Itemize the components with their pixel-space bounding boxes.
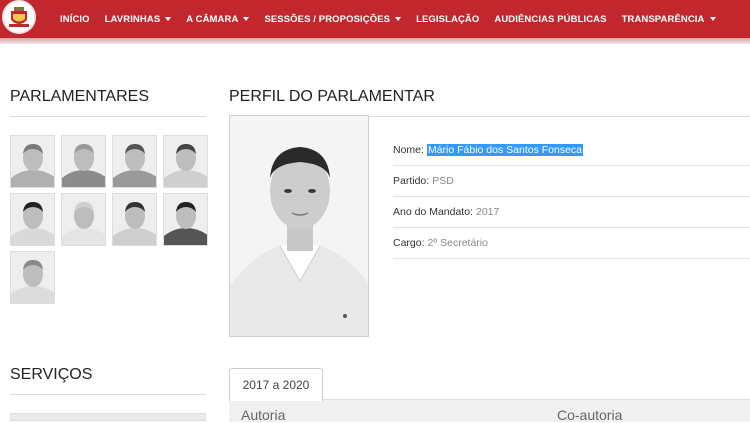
- servicos-divider: [10, 394, 206, 395]
- nav-audiencias-publicas[interactable]: AUDIÊNCIAS PÚBLICAS: [494, 14, 606, 25]
- servicos-heading: SERVIÇOS: [10, 366, 93, 383]
- field-cargo: Cargo: 2º Secretário: [393, 228, 750, 259]
- nav-audiencias-label: AUDIÊNCIAS PÚBLICAS: [494, 13, 607, 25]
- nav-lavrinhas-label: LAVRINHAS: [104, 13, 161, 25]
- parlamentar-photo: [229, 115, 369, 337]
- parlamentar-thumb[interactable]: [10, 251, 55, 304]
- city-crest-logo[interactable]: [2, 0, 36, 34]
- nome-value[interactable]: Mário Fábio dos Santos Fonseca: [426, 144, 584, 156]
- field-nome: Nome: Mário Fábio dos Santos Fonseca: [393, 135, 750, 166]
- caret-down-icon: [243, 17, 250, 21]
- main-nav: INÍCIO LAVRINHAS A CÂMARA SESSÕES / PROP…: [60, 0, 731, 38]
- nav-a-camara[interactable]: A CÂMARA: [186, 13, 250, 25]
- parlamentares-heading: PARLAMENTARES: [10, 88, 149, 105]
- caret-down-icon: [395, 17, 402, 21]
- navbar-shadow: [0, 38, 750, 44]
- parlamentar-thumb[interactable]: [10, 193, 55, 246]
- parlamentar-thumb[interactable]: [112, 193, 157, 246]
- nav-legislacao-label: LEGISLAÇÃO: [416, 13, 480, 25]
- nav-transparencia[interactable]: TRANSPARÊNCIA: [622, 14, 716, 25]
- tab-content-header: [229, 399, 750, 422]
- parlamentar-thumb[interactable]: [61, 135, 106, 188]
- partido-label: Partido:: [393, 175, 430, 187]
- servicos-item[interactable]: [10, 413, 206, 421]
- cargo-label: Cargo:: [393, 237, 425, 249]
- parlamentar-thumb[interactable]: [163, 135, 208, 188]
- cargo-value: 2º Secretário: [427, 237, 488, 249]
- parlamentar-thumb[interactable]: [10, 135, 55, 188]
- nav-transparencia-label: TRANSPARÊNCIA: [621, 13, 705, 25]
- ano-label: Ano do Mandato:: [393, 206, 473, 218]
- field-partido: Partido: PSD: [393, 166, 750, 197]
- nav-sessoes-proposicoes[interactable]: SESSÕES / PROPOSIÇÕES: [264, 13, 402, 25]
- parlamentares-divider: [10, 116, 206, 117]
- nav-a-camara-label: A CÂMARA: [186, 13, 239, 25]
- ano-value: 2017: [475, 206, 500, 218]
- caret-down-icon: [709, 17, 716, 21]
- caret-down-icon: [165, 17, 172, 21]
- nav-inicio[interactable]: INÍCIO: [60, 14, 90, 25]
- field-ano-mandato: Ano do Mandato: 2017: [393, 197, 750, 228]
- parlamentar-thumb[interactable]: [112, 135, 157, 188]
- nav-legislacao[interactable]: LEGISLAÇÃO: [416, 14, 479, 25]
- nav-inicio-label: INÍCIO: [60, 13, 90, 25]
- nome-label: Nome:: [393, 144, 424, 156]
- nav-sessoes-label: SESSÕES / PROPOSIÇÕES: [264, 13, 391, 25]
- nav-lavrinhas[interactable]: LAVRINHAS: [105, 14, 172, 25]
- parlamentar-thumb[interactable]: [163, 193, 208, 246]
- parlamentar-thumb[interactable]: [61, 193, 106, 246]
- partido-value: PSD: [432, 175, 454, 187]
- tab-label: 2017 a 2020: [242, 378, 310, 392]
- top-navbar: INÍCIO LAVRINHAS A CÂMARA SESSÕES / PROP…: [0, 0, 750, 38]
- tab-2017-2020[interactable]: 2017 a 2020: [229, 368, 323, 401]
- page-title: PERFIL DO PARLAMENTAR: [229, 88, 435, 105]
